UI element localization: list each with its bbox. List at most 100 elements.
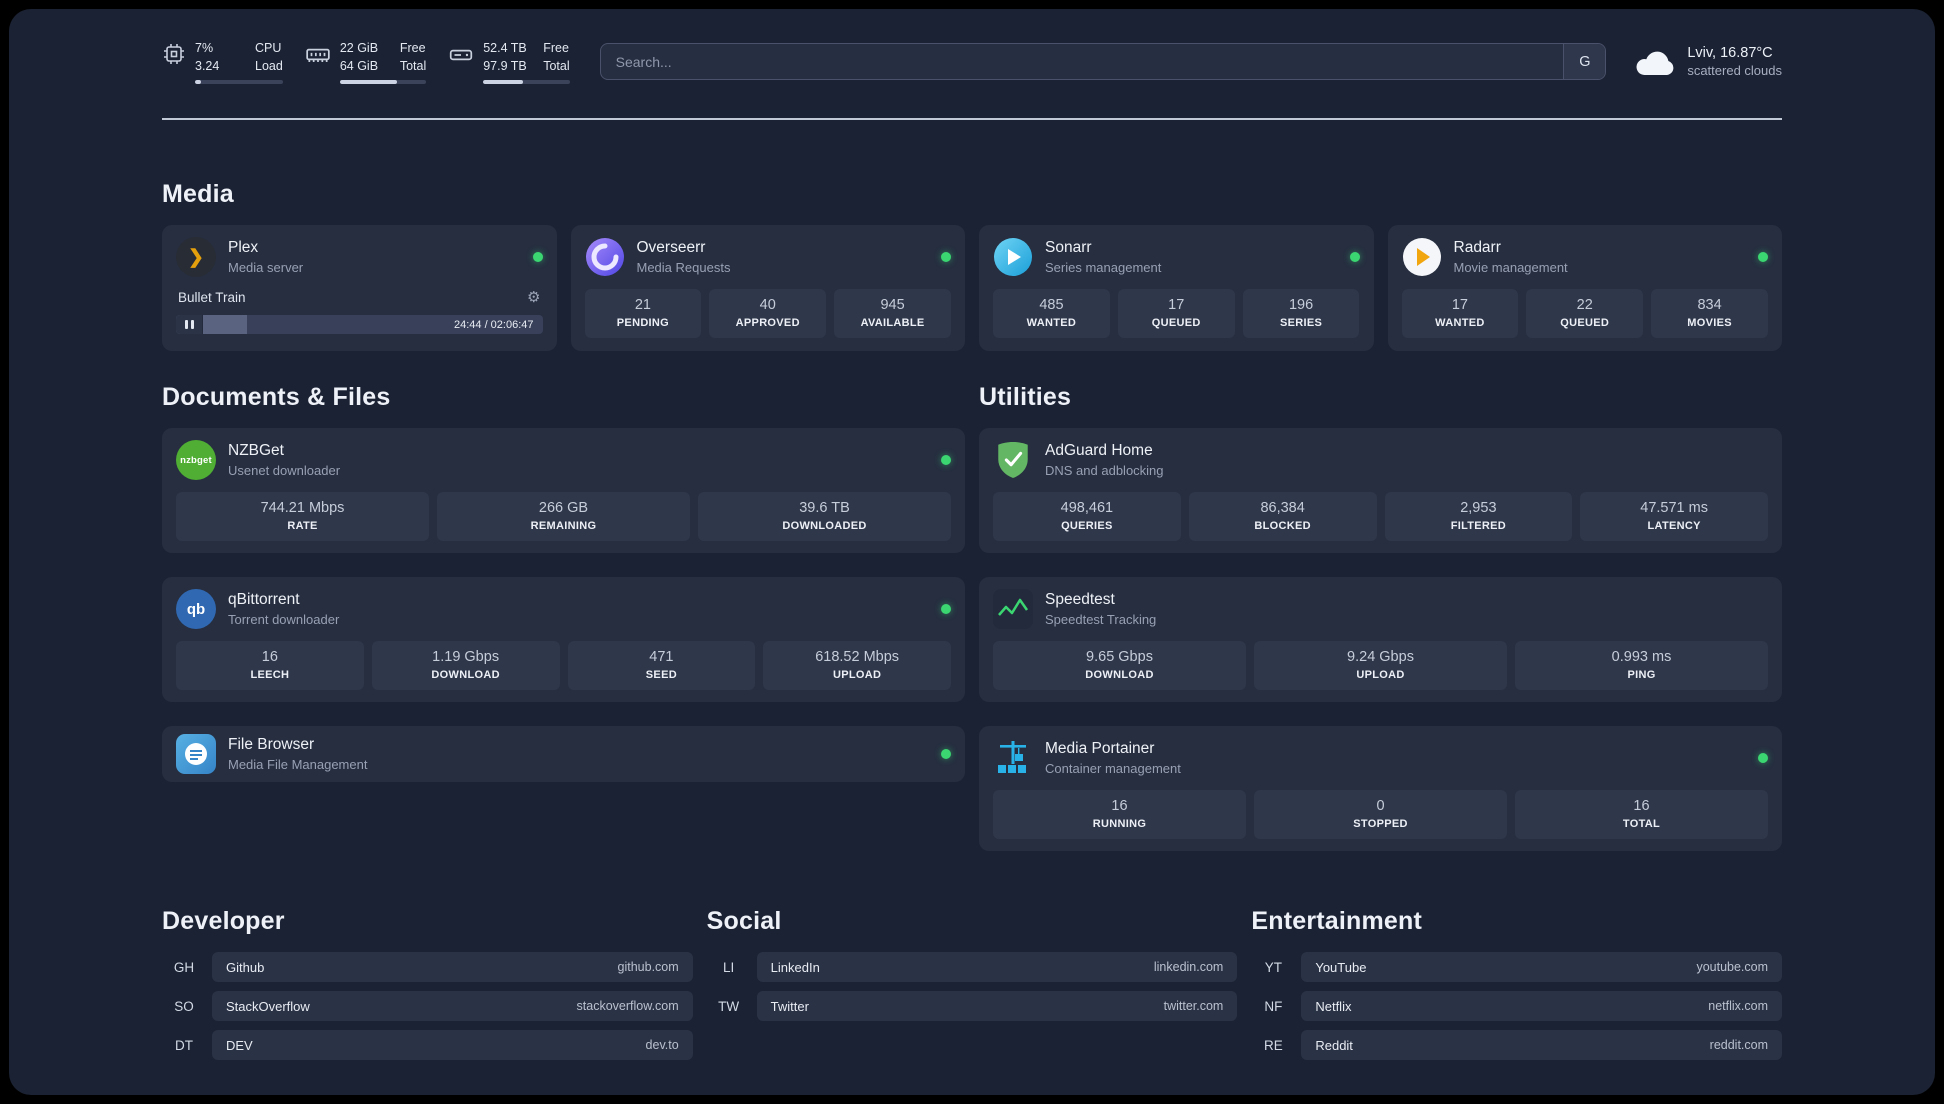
- bookmark-dev[interactable]: DT DEV dev.to: [162, 1030, 693, 1061]
- bookmark-stackoverflow[interactable]: SO StackOverflow stackoverflow.com: [162, 991, 693, 1022]
- bookmark-reddit[interactable]: RE Reddit reddit.com: [1251, 1030, 1783, 1061]
- overseerr-card[interactable]: Overseerr Media Requests 21 PENDING 40 A…: [570, 225, 965, 352]
- bookmark-url: stackoverflow.com: [576, 999, 679, 1014]
- stat-download: 1.19 Gbps DOWNLOAD: [371, 641, 560, 691]
- disk-icon: [450, 49, 473, 61]
- bookmark-abbr: RE: [1263, 1037, 1283, 1053]
- portainer-card[interactable]: Media Portainer Container management 16 …: [979, 726, 1782, 852]
- stat-approved: 40 APPROVED: [709, 289, 827, 339]
- app-name: Sonarr: [1045, 239, 1092, 257]
- ram-icon: [306, 48, 330, 63]
- bookmark-netflix[interactable]: NF Netflix netflix.com: [1251, 991, 1783, 1022]
- app-desc: Media File Management: [228, 757, 368, 773]
- bookmark-url: linkedin.com: [1153, 960, 1224, 975]
- status-dot: [941, 252, 951, 263]
- stat-seed: 471 SEED: [567, 641, 756, 691]
- bookmark-name: Netflix: [1315, 998, 1352, 1014]
- ram-total-label: Total: [399, 59, 427, 74]
- bookmark-abbr: GH: [173, 959, 195, 975]
- app-name: AdGuard Home: [1045, 442, 1153, 460]
- weather-widget[interactable]: Lviv, 16.87°C scattered clouds: [1634, 45, 1782, 78]
- stat-queued: 17 QUEUED: [1117, 289, 1235, 339]
- radarr-icon: [1402, 237, 1442, 277]
- overseerr-icon: [585, 237, 625, 277]
- bookmark-youtube[interactable]: YT YouTube youtube.com: [1251, 952, 1783, 983]
- app-desc: Container management: [1045, 761, 1181, 777]
- nzbget-icon: nzbget: [176, 440, 216, 481]
- sonarr-card[interactable]: Sonarr Series management 485 WANTED 17 Q…: [979, 225, 1374, 352]
- search-engine-button[interactable]: G: [1563, 44, 1606, 80]
- disk-total-label: Total: [543, 59, 570, 74]
- bookmark-name: YouTube: [1315, 959, 1367, 975]
- adguard-shield-icon: [993, 440, 1033, 480]
- filebrowser-icon: [176, 734, 216, 775]
- bookmark-name: LinkedIn: [770, 959, 820, 975]
- disk-total-value: 97.9 TB: [483, 59, 527, 74]
- nzbget-card[interactable]: nzbget NZBGet Usenet downloader 744.21 M…: [162, 428, 965, 554]
- app-name: Overseerr: [636, 239, 706, 257]
- bookmark-abbr: DT: [175, 1037, 193, 1053]
- filebrowser-card[interactable]: File Browser Media File Management: [162, 726, 965, 783]
- header-divider: [162, 118, 1782, 121]
- status-dot: [941, 749, 951, 760]
- app-name: Radarr: [1453, 239, 1501, 257]
- dashboard-panel: 7% 3.24 CPU Load 22 GiB 64 GiB Free Tota…: [9, 9, 1935, 1095]
- disk-metric: 52.4 TB 97.9 TB Free Total: [448, 39, 570, 85]
- now-playing-title: Bullet Train: [178, 289, 246, 305]
- stat-total: 16 TOTAL: [1515, 790, 1768, 840]
- bookmark-abbr: LI: [723, 959, 735, 975]
- status-dot: [1758, 252, 1768, 263]
- qbittorrent-icon: qb: [176, 589, 216, 630]
- bookmark-name: Twitter: [770, 998, 809, 1014]
- bookmark-url: github.com: [617, 960, 679, 975]
- section-title-social: Social: [706, 907, 782, 936]
- qbittorrent-card[interactable]: qb qBittorrent Torrent downloader 16 LEE…: [162, 577, 965, 703]
- app-desc: Torrent downloader: [228, 612, 340, 628]
- app-desc: Series management: [1045, 260, 1162, 276]
- bookmark-abbr: NF: [1264, 998, 1283, 1014]
- disk-free-label: Free: [543, 41, 569, 55]
- playback-progress-bar[interactable]: 24:44 / 02:06:47: [176, 315, 543, 335]
- gear-icon[interactable]: ⚙: [527, 288, 540, 306]
- bookmark-abbr: TW: [718, 998, 740, 1014]
- adguard-card[interactable]: AdGuard Home DNS and adblocking 498,461 …: [979, 428, 1782, 554]
- pause-button[interactable]: [176, 315, 203, 335]
- section-title-documents: Documents & Files: [162, 383, 391, 412]
- search-input[interactable]: [600, 44, 1564, 80]
- stat-wanted: 17 WANTED: [1401, 289, 1519, 339]
- app-name: NZBGet: [228, 442, 284, 460]
- app-name: Speedtest: [1045, 591, 1115, 609]
- stat-running: 16 RUNNING: [993, 790, 1246, 840]
- cloud-icon: [1636, 51, 1674, 75]
- section-title-entertainment: Entertainment: [1251, 907, 1423, 936]
- plex-card[interactable]: ❯ Plex Media server Bullet Train ⚙ 24:44…: [162, 225, 557, 352]
- sonarr-icon: [993, 237, 1033, 277]
- bookmark-abbr: YT: [1264, 959, 1282, 975]
- section-title-media: Media: [162, 180, 234, 209]
- app-desc: Media server: [228, 260, 304, 276]
- bookmark-url: twitter.com: [1163, 999, 1224, 1014]
- playback-time: 24:44 / 02:06:47: [453, 318, 534, 331]
- stat-pending: 21 PENDING: [584, 289, 702, 339]
- bookmark-github[interactable]: GH Github github.com: [162, 952, 693, 983]
- radarr-card[interactable]: Radarr Movie management 17 WANTED 22 QUE…: [1387, 225, 1782, 352]
- app-desc: Speedtest Tracking: [1045, 612, 1157, 628]
- status-dot: [532, 252, 543, 263]
- stat-leech: 16 LEECH: [176, 641, 364, 691]
- bookmark-name: Github: [226, 959, 265, 975]
- search-bar: G: [599, 43, 1607, 81]
- weather-location-temp: Lviv, 16.87°C: [1687, 45, 1773, 62]
- stat-remaining: 266 GB REMAINING: [437, 492, 690, 542]
- bookmark-linkedin[interactable]: LI LinkedIn linkedin.com: [707, 952, 1238, 983]
- stat-movies: 834 MOVIES: [1651, 289, 1768, 339]
- bookmark-name: StackOverflow: [226, 998, 310, 1014]
- ram-free-label: Free: [399, 41, 426, 55]
- speedtest-card[interactable]: Speedtest Speedtest Tracking 9.65 Gbps D…: [979, 577, 1782, 703]
- bookmark-url: dev.to: [645, 1038, 679, 1053]
- status-dot: [1758, 753, 1768, 764]
- cpu-load-label: Load: [255, 59, 283, 74]
- bookmark-twitter[interactable]: TW Twitter twitter.com: [707, 991, 1238, 1022]
- app-name: qBittorrent: [228, 591, 300, 609]
- disk-free-value: 52.4 TB: [483, 41, 527, 55]
- weather-condition: scattered clouds: [1687, 63, 1782, 79]
